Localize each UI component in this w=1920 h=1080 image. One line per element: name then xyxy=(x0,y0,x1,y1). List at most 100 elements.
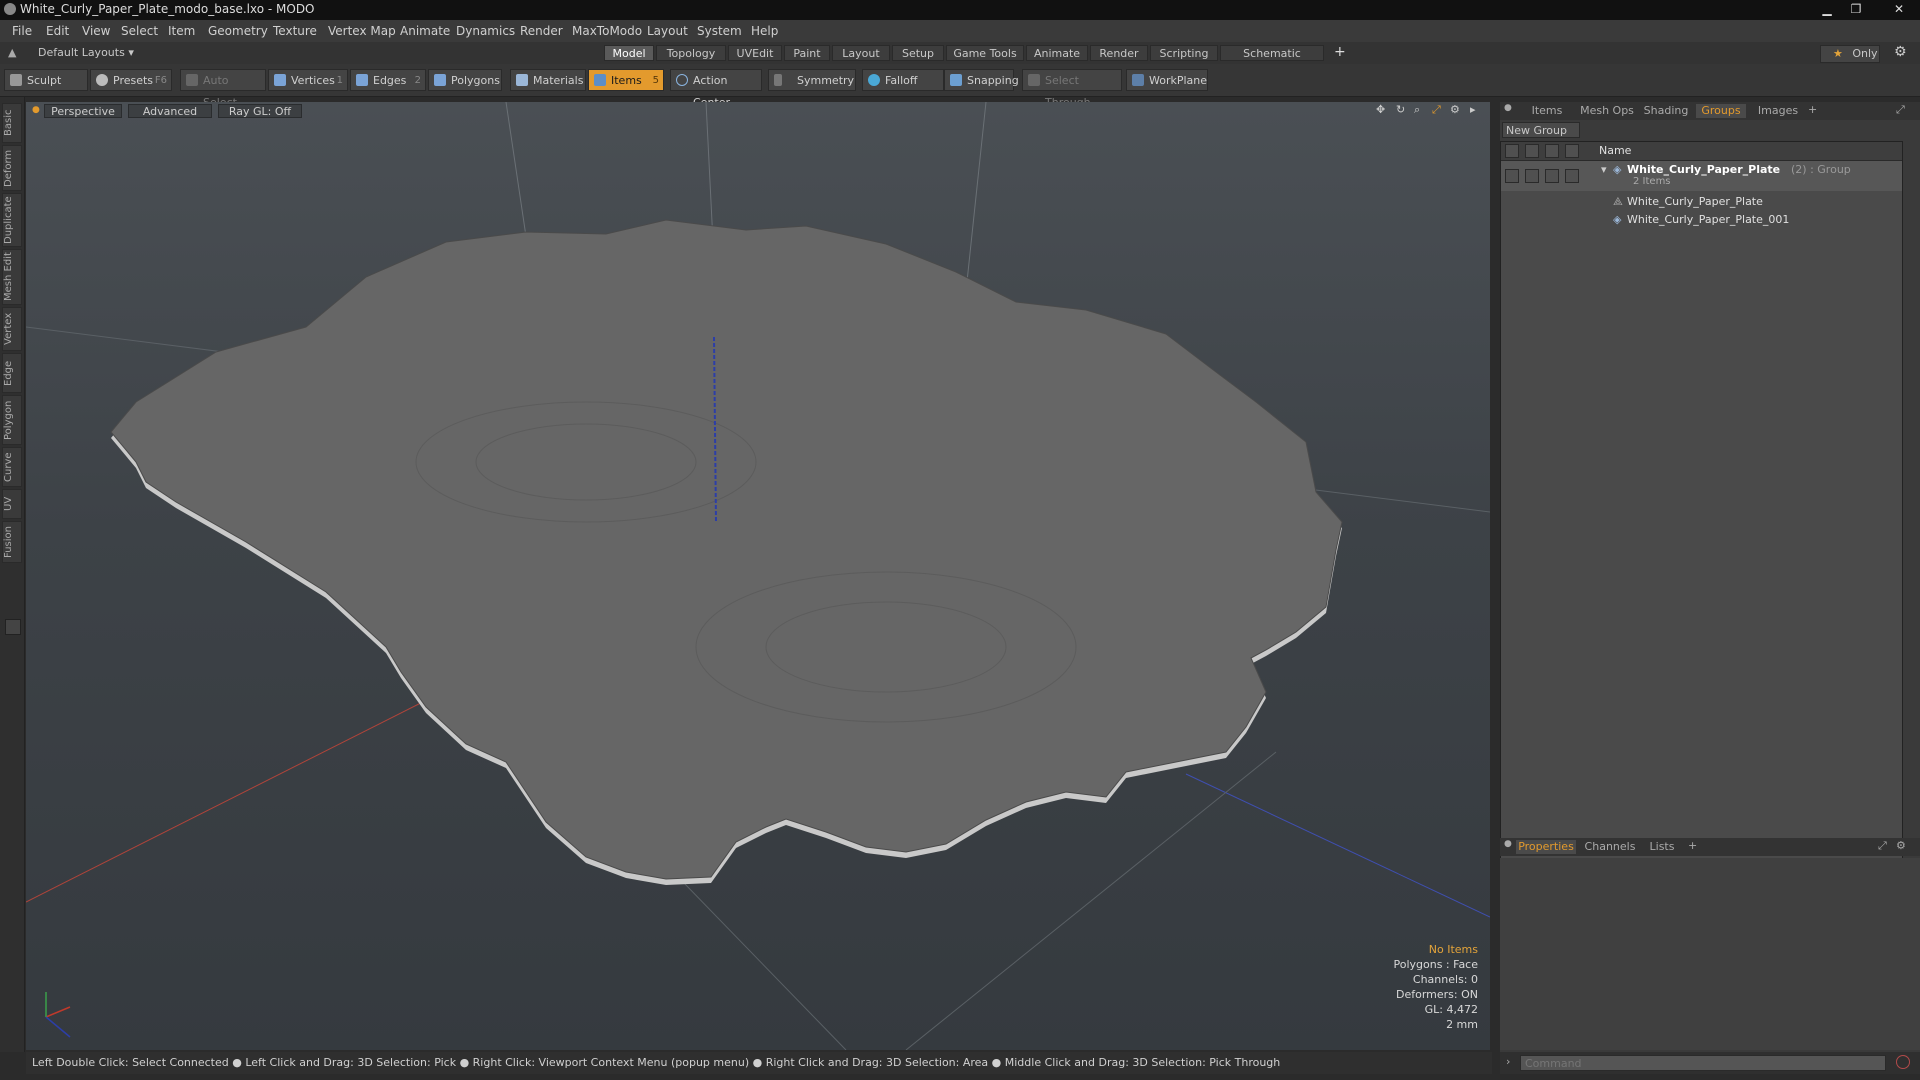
raygl-button[interactable]: Ray GL: Off xyxy=(218,104,302,118)
menu-file[interactable]: File xyxy=(12,24,32,38)
tab-shading[interactable]: Shading xyxy=(1640,104,1692,118)
vtab-fusion[interactable]: Fusion xyxy=(2,521,22,563)
materials-button[interactable]: Materials xyxy=(510,69,586,91)
group-select-icon[interactable] xyxy=(1565,169,1579,183)
vtab-uv[interactable]: UV xyxy=(2,489,22,519)
menu-item[interactable]: Item xyxy=(168,24,195,38)
workplane-button[interactable]: WorkPlane xyxy=(1126,69,1208,91)
zoom-view-icon[interactable]: ⌕ xyxy=(1414,103,1420,117)
shading-mode-button[interactable]: Advanced xyxy=(128,104,212,118)
menu-maxtomodo[interactable]: MaxToModo xyxy=(572,24,642,38)
tab-items[interactable]: Items xyxy=(1522,104,1572,118)
sculpt-button[interactable]: Sculpt xyxy=(4,69,88,91)
new-group-button[interactable]: New Group xyxy=(1502,122,1580,138)
tab-render[interactable]: Render xyxy=(1090,45,1148,61)
tab-mesh-ops[interactable]: Mesh Ops xyxy=(1578,104,1636,118)
vtab-deform[interactable]: Deform xyxy=(2,145,22,191)
tab-groups[interactable]: Groups xyxy=(1696,104,1746,118)
menu-view[interactable]: View xyxy=(82,24,110,38)
menu-system[interactable]: System xyxy=(697,24,742,38)
bottom-panel-gear-icon[interactable]: ⚙ xyxy=(1896,839,1906,852)
vtab-polygon[interactable]: Polygon xyxy=(2,395,22,445)
add-tab-button[interactable]: + xyxy=(1334,44,1346,60)
menu-dynamics[interactable]: Dynamics xyxy=(456,24,515,38)
only-toggle[interactable]: ★ Only xyxy=(1820,45,1880,63)
vertices-button[interactable]: Vertices 1 xyxy=(268,69,348,91)
render-column-icon[interactable] xyxy=(1525,144,1539,158)
vtab-vertex[interactable]: Vertex xyxy=(2,307,22,351)
vtab-duplicate[interactable]: Duplicate xyxy=(2,193,22,247)
vtab-basic[interactable]: Basic xyxy=(2,103,22,143)
gear-icon[interactable]: ⚙ xyxy=(1894,44,1907,60)
tab-paint[interactable]: Paint xyxy=(784,45,830,61)
list-item[interactable]: ◈ White_Curly_Paper_Plate_001 xyxy=(1501,211,1902,229)
polygons-button[interactable]: Polygons xyxy=(428,69,502,91)
vtab-mesh-edit[interactable]: Mesh Edit xyxy=(2,249,22,305)
menu-select[interactable]: Select xyxy=(121,24,158,38)
command-input[interactable] xyxy=(1520,1055,1886,1071)
action-center-button[interactable]: Action Center xyxy=(670,69,762,109)
tab-topology[interactable]: Topology xyxy=(656,45,726,61)
layout-up-arrow-icon[interactable]: ▲ xyxy=(8,46,16,59)
rotate-view-icon[interactable]: ↻ xyxy=(1396,103,1405,116)
menu-help[interactable]: Help xyxy=(751,24,778,38)
add-bottom-tab-button[interactable]: + xyxy=(1688,839,1697,852)
group-collapse-icon[interactable]: ▾ xyxy=(1601,161,1607,179)
menu-texture[interactable]: Texture xyxy=(273,24,317,38)
tab-model[interactable]: Model xyxy=(604,45,654,61)
viewport-menu-icon[interactable]: ● xyxy=(32,105,40,115)
list-item[interactable]: ⟁ White_Curly_Paper_Plate xyxy=(1501,193,1902,211)
tab-channels[interactable]: Channels xyxy=(1582,840,1638,854)
view-mode-button[interactable]: Perspective xyxy=(44,104,122,118)
close-button[interactable]: ✕ xyxy=(1880,0,1918,18)
menu-animate[interactable]: Animate xyxy=(400,24,450,38)
strip-toggle-button[interactable] xyxy=(5,619,21,635)
tab-images[interactable]: Images xyxy=(1752,104,1804,118)
select-column-icon[interactable] xyxy=(1565,144,1579,158)
menu-layout[interactable]: Layout xyxy=(647,24,688,38)
3d-viewport[interactable]: ● Perspective Advanced Ray GL: Off ✥ ↻ ⌕… xyxy=(26,102,1490,1050)
command-stop-icon[interactable] xyxy=(1896,1055,1910,1069)
auto-select-button[interactable]: Auto Select xyxy=(180,69,266,109)
presets-button[interactable]: Presets F6 xyxy=(90,69,172,91)
bottom-panel-expand-icon[interactable]: ⤢ xyxy=(1878,839,1887,853)
menu-edit[interactable]: Edit xyxy=(46,24,69,38)
paper-plate-mesh[interactable] xyxy=(110,219,1343,880)
fit-view-icon[interactable]: ⤢ xyxy=(1432,103,1441,117)
symmetry-button[interactable]: Symmetry xyxy=(768,69,856,91)
viewport-expand-icon[interactable]: ▸ xyxy=(1470,103,1476,116)
group-visibility-icon[interactable] xyxy=(1505,169,1519,183)
select-through-button[interactable]: Select Through xyxy=(1022,69,1122,109)
group-lock-icon[interactable] xyxy=(1545,169,1559,183)
tab-setup[interactable]: Setup xyxy=(892,45,944,61)
panel-expand-icon[interactable]: ⤢ xyxy=(1896,103,1905,117)
menu-geometry[interactable]: Geometry xyxy=(208,24,268,38)
panel-menu-icon[interactable]: ● xyxy=(1504,103,1512,113)
group-render-icon[interactable] xyxy=(1525,169,1539,183)
tab-uvedit[interactable]: UVEdit xyxy=(728,45,782,61)
tab-scripting[interactable]: Scripting xyxy=(1150,45,1218,61)
edges-button[interactable]: Edges 2 xyxy=(350,69,426,91)
tab-game-tools[interactable]: Game Tools xyxy=(946,45,1024,61)
vtab-edge[interactable]: Edge xyxy=(2,353,22,393)
minimize-button[interactable]: ▁ xyxy=(1814,0,1840,18)
items-button[interactable]: Items 5 xyxy=(588,69,664,91)
falloff-button[interactable]: Falloff xyxy=(862,69,944,91)
add-panel-tab-button[interactable]: + xyxy=(1808,103,1817,116)
bottom-panel-menu-icon[interactable]: ● xyxy=(1504,839,1512,849)
lock-column-icon[interactable] xyxy=(1545,144,1559,158)
move-view-icon[interactable]: ✥ xyxy=(1376,103,1385,116)
maximize-button[interactable]: ❐ xyxy=(1843,0,1869,18)
visibility-column-icon[interactable] xyxy=(1505,144,1519,158)
tab-animate[interactable]: Animate xyxy=(1026,45,1088,61)
layout-selector[interactable]: Default Layouts ▾ xyxy=(38,46,134,59)
menu-render[interactable]: Render xyxy=(520,24,563,38)
viewport-settings-icon[interactable]: ⚙ xyxy=(1450,103,1460,116)
vtab-curve[interactable]: Curve xyxy=(2,447,22,487)
tab-schematic-fusion[interactable]: Schematic Fusion xyxy=(1220,45,1324,76)
name-column-header[interactable]: Name xyxy=(1599,142,1631,160)
menu-vertex-map[interactable]: Vertex Map xyxy=(328,24,396,38)
groups-scrollbar[interactable] xyxy=(1904,141,1918,893)
tab-lists[interactable]: Lists xyxy=(1642,840,1682,854)
tab-layout[interactable]: Layout xyxy=(832,45,890,61)
